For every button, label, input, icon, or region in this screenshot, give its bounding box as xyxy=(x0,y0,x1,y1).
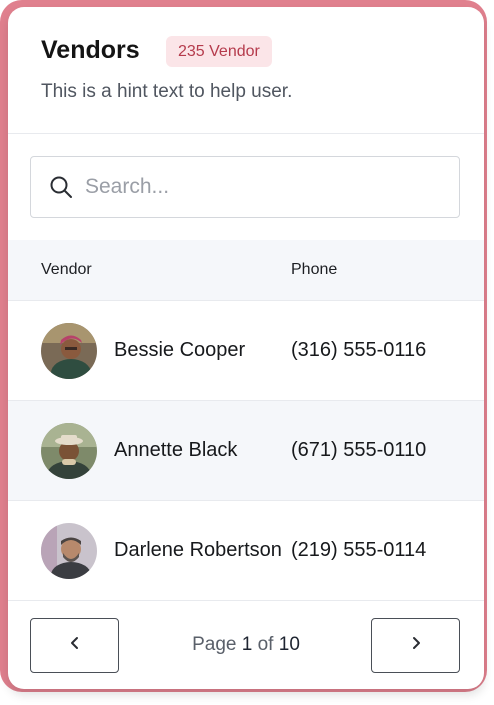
vendor-name: Annette Black xyxy=(114,439,238,461)
vendor-phone: (219) 555-0114 xyxy=(291,539,427,561)
vendors-card: Vendors 235 Vendor This is a hint text t… xyxy=(8,7,484,689)
search-input[interactable] xyxy=(83,157,447,217)
page-separator: of xyxy=(257,634,274,655)
next-page-button[interactable] xyxy=(371,618,460,673)
vendor-name: Bessie Cooper xyxy=(114,339,246,361)
hint-text: This is a hint text to help user. xyxy=(41,81,293,102)
search-icon xyxy=(49,175,73,199)
total-pages: 10 xyxy=(278,634,300,655)
vendor-phone: (316) 555-0116 xyxy=(291,339,427,361)
current-page: 1 xyxy=(241,634,253,655)
avatar xyxy=(41,423,97,479)
table-row[interactable]: Darlene Robertson (219) 555-0114 xyxy=(8,501,484,601)
column-header-vendor: Vendor xyxy=(41,261,92,278)
table-header: Vendor Phone xyxy=(8,240,484,301)
vendor-name: Darlene Robertson xyxy=(114,539,282,561)
vendor-phone: (671) 555-0110 xyxy=(291,439,427,461)
vendor-count-badge: 235 Vendor xyxy=(166,36,272,67)
chevron-right-icon xyxy=(410,636,422,655)
table-row[interactable]: Bessie Cooper (316) 555-0116 xyxy=(8,301,484,401)
avatar xyxy=(41,523,97,579)
avatar xyxy=(41,323,97,379)
table-row[interactable]: Annette Black (671) 555-0110 xyxy=(8,401,484,501)
pagination: Page 1 of 10 xyxy=(8,600,484,689)
column-header-phone: Phone xyxy=(291,261,338,278)
card-header: Vendors 235 Vendor This is a hint text t… xyxy=(8,7,484,134)
search-box[interactable] xyxy=(30,156,460,218)
page-prefix: Page xyxy=(192,634,237,655)
page-title: Vendors xyxy=(41,36,140,64)
